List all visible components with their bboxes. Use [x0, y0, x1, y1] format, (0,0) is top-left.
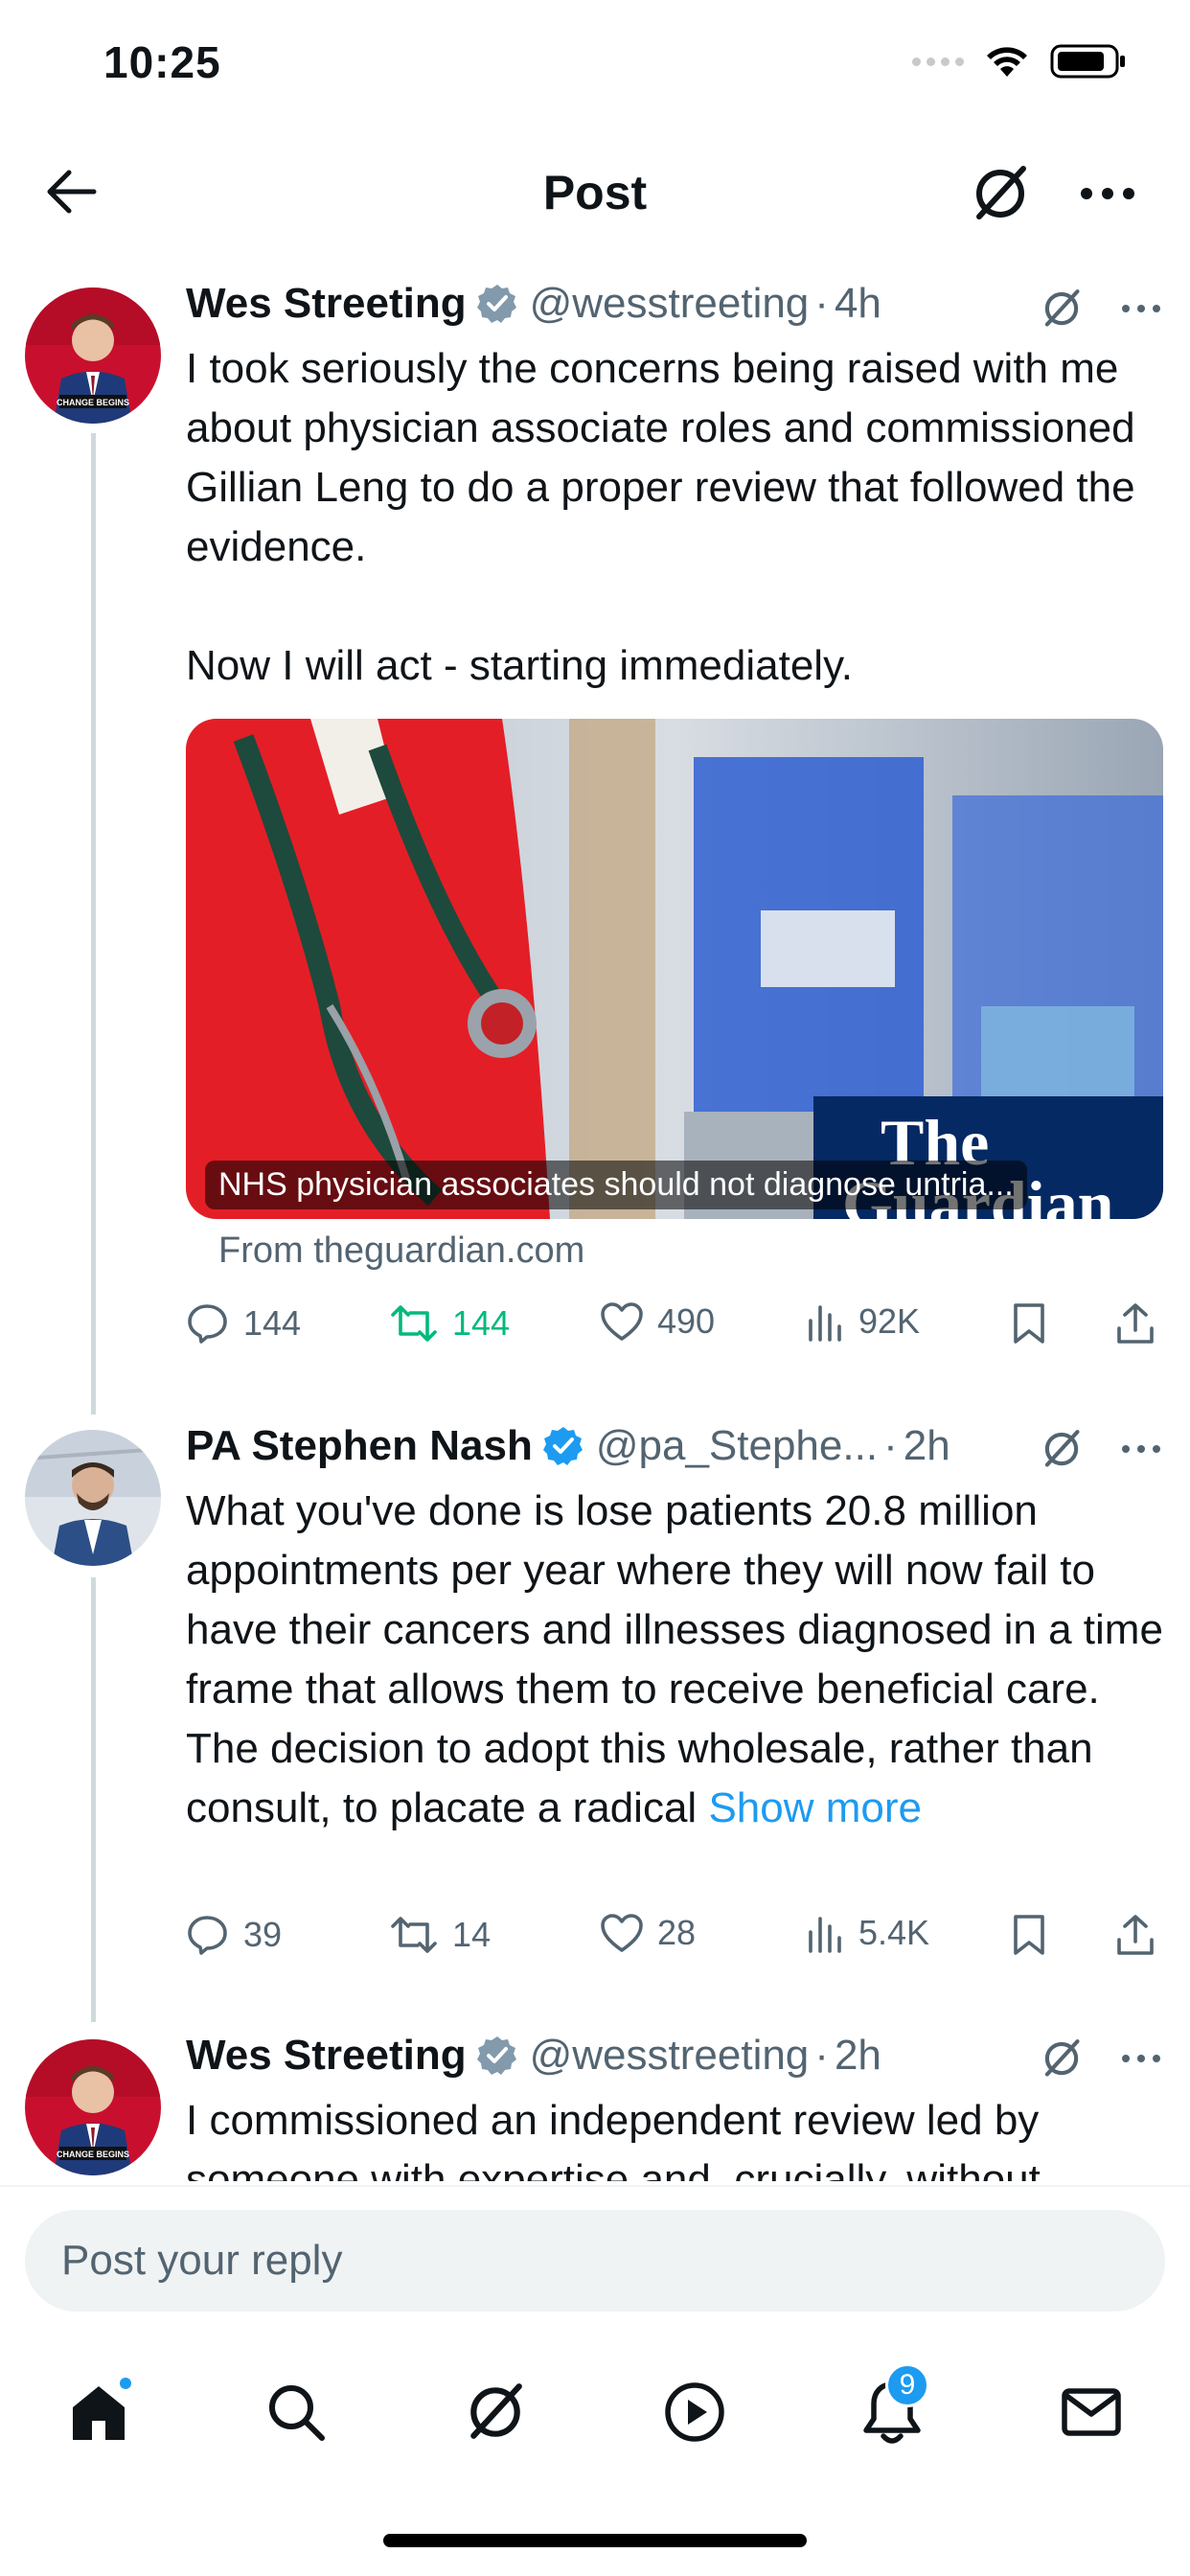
divider — [0, 2185, 1190, 2187]
play-circle-icon — [665, 2382, 724, 2442]
verified-badge-icon — [476, 2035, 518, 2077]
share-button[interactable] — [1115, 1913, 1156, 1957]
like-button[interactable]: 490 — [600, 1301, 715, 1342]
repost-icon — [391, 1305, 437, 1342]
repost-icon — [391, 1917, 437, 1953]
post-tools — [1041, 1428, 1161, 1470]
more-dots-icon[interactable] — [1121, 2053, 1161, 2064]
bookmark-icon — [1014, 1915, 1044, 1955]
reply-button[interactable]: 144 — [186, 1301, 301, 1346]
grok-icon — [470, 2383, 522, 2439]
post-time[interactable]: 2h — [835, 2032, 881, 2080]
bookmark-button[interactable] — [1012, 1913, 1046, 1957]
separator: · — [814, 2032, 829, 2079]
post-paragraph: Now I will act - starting immediately. — [186, 642, 854, 689]
verified-badge-icon — [476, 283, 518, 325]
reply-button[interactable]: 39 — [186, 1913, 282, 1957]
thread-line — [91, 433, 96, 1414]
author-handle[interactable]: @pa_Stephe... — [596, 1422, 878, 1470]
author-name[interactable]: PA Stephen Nash — [186, 1422, 533, 1470]
more-dots-icon[interactable] — [1121, 1443, 1161, 1455]
grok-icon[interactable] — [1041, 2037, 1083, 2080]
home-unread-dot — [117, 2375, 134, 2392]
composer-backdrop — [0, 2181, 1190, 2200]
nav-grok[interactable] — [452, 2369, 538, 2455]
repost-button[interactable]: 144 — [389, 1301, 510, 1346]
post-paragraph: What you've done is lose patients 20.8 m… — [186, 1487, 1163, 1831]
notification-count-badge: 9 — [885, 2363, 929, 2407]
avatar[interactable] — [25, 1430, 161, 1566]
nav-notifications[interactable]: 9 — [849, 2363, 935, 2455]
post-time[interactable]: 4h — [835, 280, 881, 328]
post-actions: 39 14 28 5.4K — [186, 1913, 1163, 1970]
link-card[interactable]: The Guardian NHS physician associates sh… — [186, 719, 1163, 1219]
heart-icon — [601, 1302, 643, 1341]
show-more-link[interactable]: Show more — [708, 1784, 922, 1831]
views-chart-icon — [809, 1305, 841, 1342]
author-handle[interactable]: @wesstreeting — [530, 280, 810, 328]
home-indicator — [383, 2534, 807, 2547]
heart-icon — [601, 1914, 643, 1952]
post-paragraph: I took seriously the concerns being rais… — [186, 345, 1135, 570]
post-time[interactable]: 2h — [904, 1422, 950, 1470]
mail-icon — [1062, 2388, 1121, 2436]
reply-input[interactable]: Post your reply — [25, 2210, 1165, 2312]
thread-line — [91, 1577, 96, 2022]
svg-text:CHANGE BEGINS: CHANGE BEGINS — [57, 398, 129, 407]
post-text: I commissioned an independent review led… — [186, 2091, 1163, 2187]
bookmark-button[interactable] — [1012, 1301, 1046, 1346]
bookmark-icon — [1014, 1303, 1044, 1344]
like-button[interactable]: 28 — [600, 1913, 696, 1953]
bottom-nav: 9 — [0, 2358, 1190, 2463]
grok-icon[interactable] — [1041, 288, 1083, 330]
repost-button[interactable]: 14 — [389, 1913, 491, 1957]
share-icon — [1117, 1303, 1154, 1344]
avatar[interactable]: CHANGE BEGINS — [25, 288, 161, 424]
nav-messages[interactable] — [1048, 2369, 1134, 2455]
views-button[interactable]: 92K — [807, 1301, 920, 1342]
share-icon — [1117, 1915, 1154, 1955]
post-tools — [1041, 2037, 1161, 2080]
reply-icon — [188, 1916, 227, 1955]
author-name[interactable]: Wes Streeting — [186, 2032, 467, 2080]
views-chart-icon — [809, 1917, 841, 1953]
avatar[interactable]: CHANGE BEGINS — [25, 2039, 161, 2175]
separator: · — [883, 1422, 898, 1469]
post-header: Wes Streeting @wesstreeting · 4h — [186, 280, 881, 328]
card-headline: NHS physician associates should not diag… — [205, 1161, 1027, 1209]
views-button[interactable]: 5.4K — [807, 1913, 929, 1953]
author-name[interactable]: Wes Streeting — [186, 280, 467, 328]
post-actions: 144 144 490 92K — [186, 1301, 1163, 1359]
share-button[interactable] — [1115, 1301, 1156, 1346]
post-text: I took seriously the concerns being rais… — [186, 339, 1163, 696]
grok-icon[interactable] — [1041, 1428, 1083, 1470]
reply-icon — [188, 1304, 227, 1344]
post-header: PA Stephen Nash @pa_Stephe... · 2h — [186, 1422, 950, 1470]
svg-text:CHANGE BEGINS: CHANGE BEGINS — [57, 2150, 129, 2159]
author-handle[interactable]: @wesstreeting — [530, 2032, 810, 2080]
nav-search[interactable] — [253, 2369, 339, 2455]
post-tools — [1041, 288, 1161, 330]
post[interactable]: CHANGE BEGINS Wes Streeting @wesstreetin… — [0, 0, 1190, 1414]
nav-videos[interactable] — [652, 2369, 738, 2455]
verified-badge-icon — [542, 1425, 584, 1467]
search-icon — [269, 2385, 325, 2441]
separator: · — [814, 280, 829, 327]
post-text: What you've done is lose patients 20.8 m… — [186, 1482, 1163, 1838]
post-header: Wes Streeting @wesstreeting · 2h — [186, 2032, 881, 2080]
nav-home[interactable] — [56, 2369, 142, 2455]
post-paragraph: I commissioned an independent review led… — [186, 2097, 1041, 2187]
reply-placeholder: Post your reply — [61, 2237, 343, 2284]
card-source[interactable]: From theguardian.com — [218, 1230, 584, 1272]
more-dots-icon[interactable] — [1121, 303, 1161, 314]
